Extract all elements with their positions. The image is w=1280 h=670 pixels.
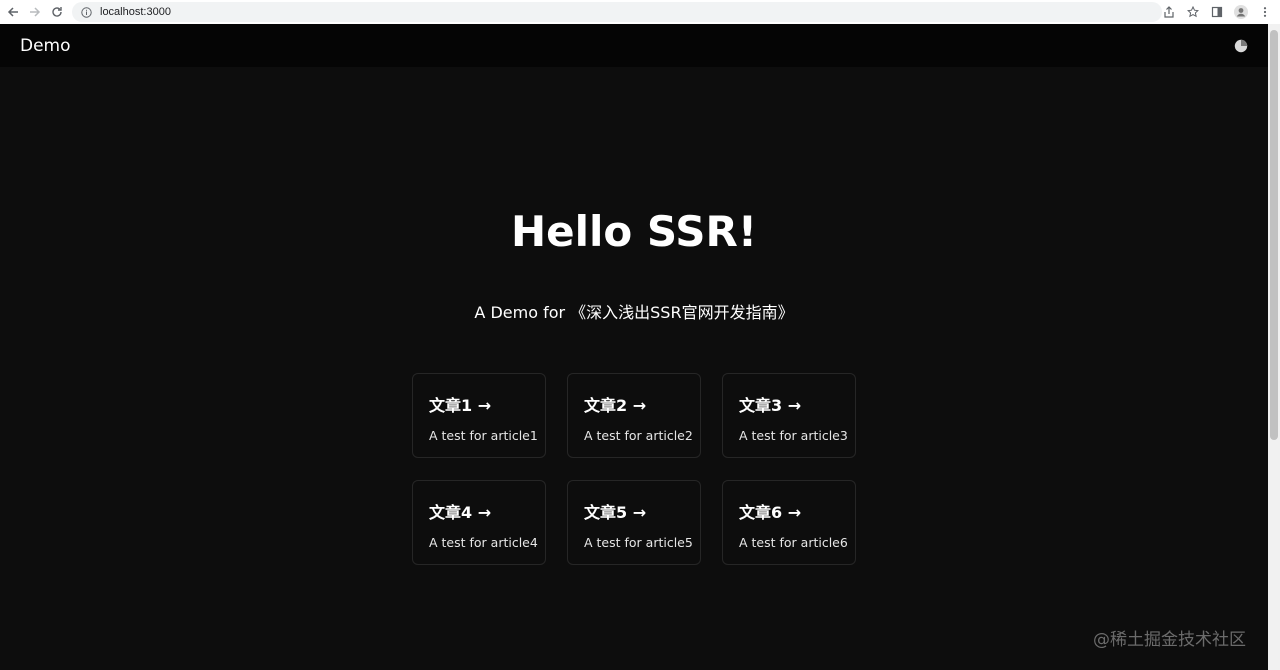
- brand-title[interactable]: Demo: [20, 36, 71, 56]
- url-text: localhost:3000: [100, 6, 171, 18]
- article-grid: 文章1 → A test for article1 文章2 → A test f…: [412, 373, 857, 565]
- half-moon-icon[interactable]: [1233, 38, 1248, 53]
- watermark-text: @稀土掘金技术社区: [1093, 630, 1246, 650]
- hero-subtitle: A Demo for 《深入浅出SSR官网开发指南》: [474, 303, 794, 322]
- scrollbar-thumb[interactable]: [1270, 30, 1278, 440]
- article-description: A test for article2: [584, 428, 693, 443]
- article-title: 文章6 →: [739, 503, 802, 522]
- article-description: A test for article4: [429, 535, 538, 550]
- article-card[interactable]: 文章3 → A test for article3: [722, 373, 856, 458]
- star-icon[interactable]: [1184, 3, 1202, 21]
- page-scrollbar[interactable]: [1268, 24, 1280, 670]
- article-title: 文章2 →: [584, 396, 647, 415]
- article-description: A test for article1: [429, 428, 538, 443]
- article-description: A test for article6: [739, 535, 848, 550]
- address-bar[interactable]: localhost:3000: [72, 2, 1162, 22]
- reload-icon[interactable]: [48, 3, 66, 21]
- article-title: 文章1 →: [429, 396, 492, 415]
- menu-icon[interactable]: [1256, 3, 1274, 21]
- browser-toolbar: localhost:3000: [0, 0, 1280, 24]
- info-icon[interactable]: [80, 6, 92, 18]
- article-card[interactable]: 文章1 → A test for article1: [412, 373, 546, 458]
- side-panel-icon[interactable]: [1208, 3, 1226, 21]
- page-viewport: Demo Hello SSR! A Demo for 《深入浅出SSR官网开发指…: [0, 24, 1268, 670]
- back-icon[interactable]: [4, 3, 22, 21]
- share-icon[interactable]: [1160, 3, 1178, 21]
- forward-icon[interactable]: [26, 3, 44, 21]
- article-description: A test for article3: [739, 428, 848, 443]
- article-card[interactable]: 文章2 → A test for article2: [567, 373, 701, 458]
- article-title: 文章5 →: [584, 503, 647, 522]
- article-card[interactable]: 文章6 → A test for article6: [722, 480, 856, 565]
- article-title: 文章3 →: [739, 396, 802, 415]
- article-card[interactable]: 文章4 → A test for article4: [412, 480, 546, 565]
- article-description: A test for article5: [584, 535, 693, 550]
- article-card[interactable]: 文章5 → A test for article5: [567, 480, 701, 565]
- article-title: 文章4 →: [429, 503, 492, 522]
- profile-icon[interactable]: [1232, 3, 1250, 21]
- app-header: Demo: [0, 24, 1268, 67]
- hero-title: Hello SSR!: [510, 207, 757, 256]
